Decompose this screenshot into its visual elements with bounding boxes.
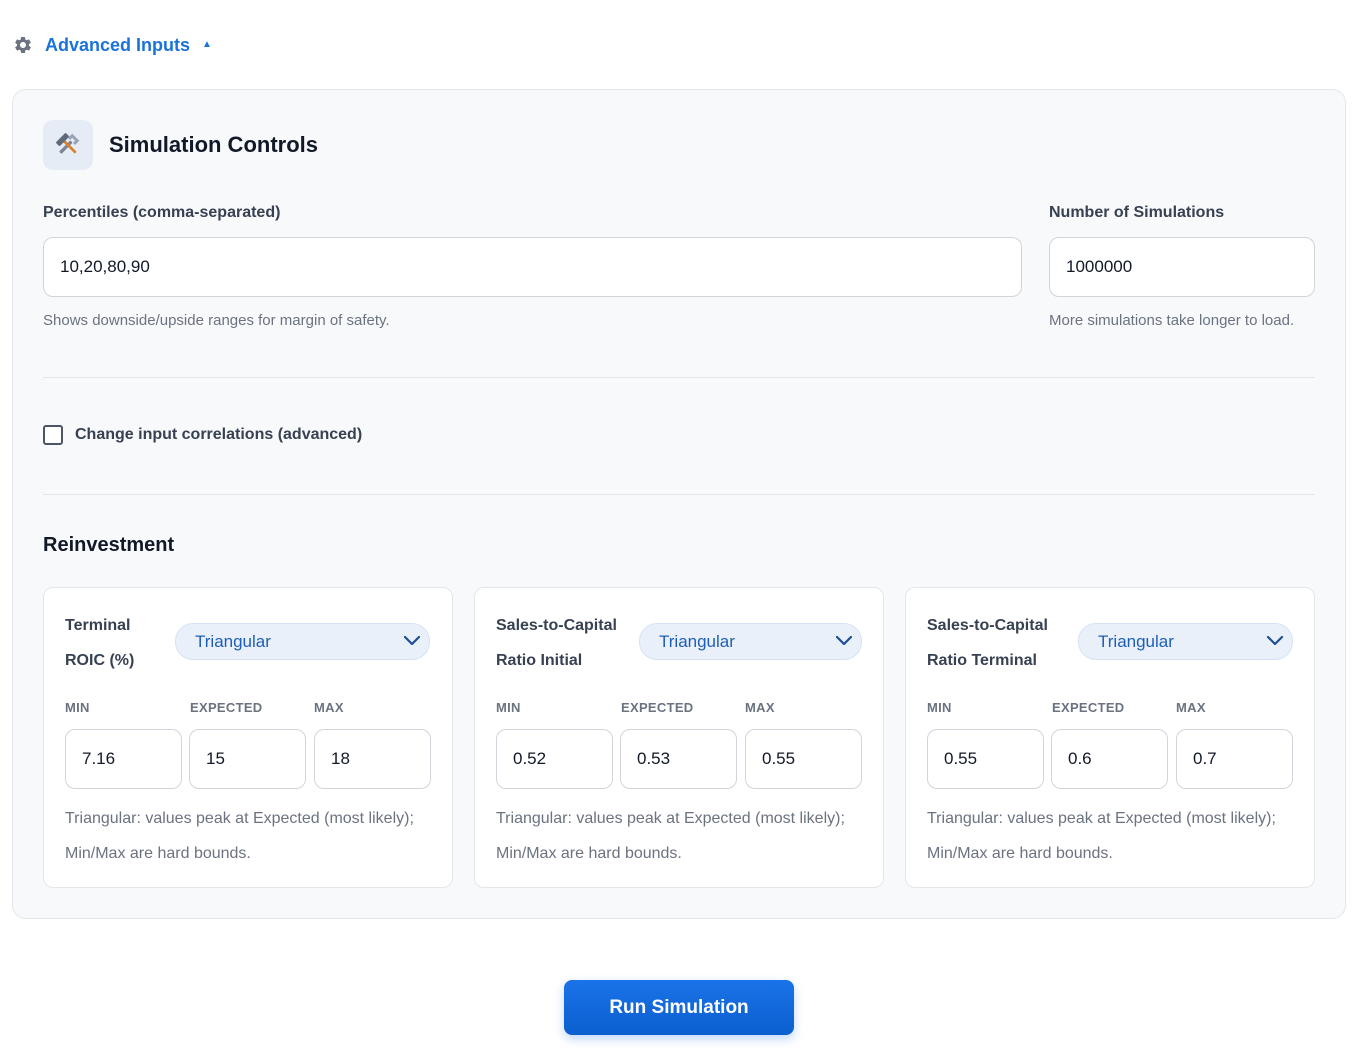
percentiles-input[interactable] — [43, 237, 1022, 297]
chevron-down-icon — [835, 634, 853, 648]
card-label: Sales-to-Capital Ratio Initial — [496, 608, 617, 678]
reinvestment-title: Reinvestment — [43, 534, 175, 556]
sales-to-capital-initial-card: Sales-to-Capital Ratio Initial Triangula… — [474, 587, 884, 888]
distribution-select[interactable]: Triangular — [639, 623, 862, 660]
max-header: MAX — [745, 700, 775, 715]
distribution-value: Triangular — [195, 631, 271, 651]
distribution-select[interactable]: Triangular — [175, 623, 430, 660]
distribution-note: Triangular: values peak at Expected (mos… — [927, 810, 1276, 862]
simulations-input[interactable] — [1049, 237, 1315, 297]
chevron-down-icon — [1266, 634, 1284, 648]
card-label-line1: Sales-to-Capital — [496, 617, 617, 634]
min-header: MIN — [927, 700, 952, 715]
expected-header: EXPECTED — [190, 700, 263, 715]
distribution-select[interactable]: Triangular — [1078, 623, 1293, 660]
terminal-roic-card: Terminal ROIC (%) Triangular MIN EXPECTE… — [43, 587, 453, 888]
percentiles-label: Percentiles (comma-separated) — [43, 204, 281, 221]
min-input[interactable] — [927, 729, 1044, 789]
card-label-line2: Ratio Initial — [496, 652, 583, 669]
expected-input[interactable] — [189, 729, 306, 789]
correlations-toggle[interactable]: Change input correlations (advanced) — [43, 425, 362, 445]
simulation-controls-panel: Simulation Controls Percentiles (comma-s… — [12, 89, 1346, 919]
gear-icon — [13, 35, 33, 55]
max-header: MAX — [1176, 700, 1206, 715]
card-label-line1: Terminal — [65, 617, 131, 634]
advanced-inputs-label: Advanced Inputs — [45, 34, 191, 55]
distribution-value: Triangular — [659, 631, 735, 651]
expected-header: EXPECTED — [621, 700, 694, 715]
tools-icon — [43, 120, 93, 170]
max-input[interactable] — [745, 729, 862, 789]
percentiles-helper: Shows downside/upside ranges for margin … — [43, 312, 390, 329]
divider — [43, 377, 1315, 378]
simulations-helper: More simulations take longer to load. — [1049, 312, 1295, 329]
card-label-line1: Sales-to-Capital — [927, 617, 1048, 634]
expected-input[interactable] — [620, 729, 737, 789]
expected-input[interactable] — [1051, 729, 1168, 789]
min-header: MIN — [496, 700, 521, 715]
card-label-line2: Ratio Terminal — [927, 652, 1037, 669]
panel-title: Simulation Controls — [109, 132, 318, 157]
card-label-line2: ROIC (%) — [65, 652, 135, 669]
distribution-value: Triangular — [1098, 631, 1174, 651]
advanced-inputs-toggle[interactable]: Advanced Inputs ▲ — [13, 30, 212, 60]
min-input[interactable] — [65, 729, 182, 789]
distribution-note: Triangular: values peak at Expected (mos… — [496, 810, 845, 862]
max-input[interactable] — [1176, 729, 1293, 789]
min-input[interactable] — [496, 729, 613, 789]
max-header: MAX — [314, 700, 344, 715]
panel-header: Simulation Controls — [43, 120, 318, 170]
expected-header: EXPECTED — [1052, 700, 1125, 715]
sales-to-capital-terminal-card: Sales-to-Capital Ratio Terminal Triangul… — [905, 587, 1315, 888]
chevron-down-icon — [403, 634, 421, 648]
card-label: Terminal ROIC (%) — [65, 608, 134, 678]
correlations-checkbox[interactable] — [43, 425, 63, 445]
max-input[interactable] — [314, 729, 431, 789]
min-header: MIN — [65, 700, 90, 715]
divider — [43, 494, 1315, 495]
caret-up-icon: ▲ — [202, 39, 212, 50]
distribution-note: Triangular: values peak at Expected (mos… — [65, 810, 414, 862]
correlations-label: Change input correlations (advanced) — [75, 426, 363, 443]
card-label: Sales-to-Capital Ratio Terminal — [927, 608, 1048, 678]
run-simulation-button[interactable]: Run Simulation — [564, 980, 794, 1035]
simulations-label: Number of Simulations — [1049, 204, 1225, 221]
